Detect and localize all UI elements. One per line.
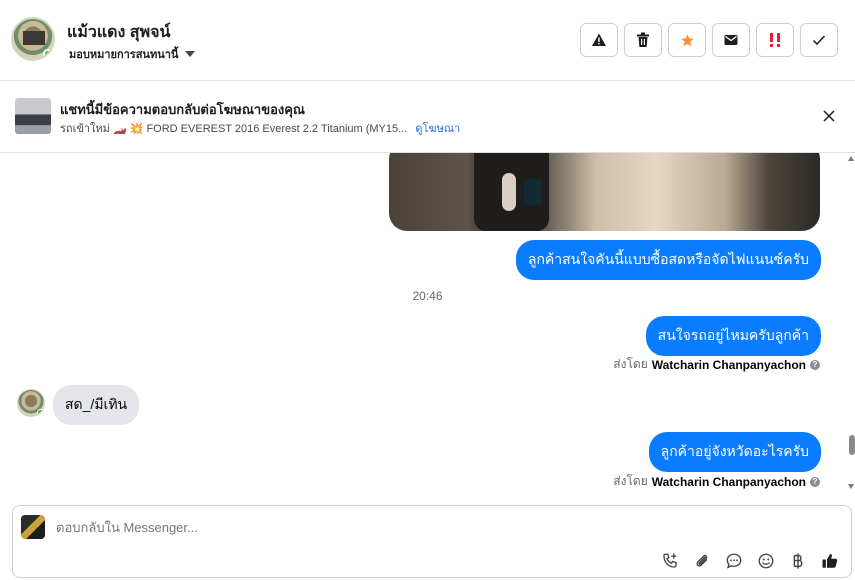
contact-avatar-small[interactable] [17, 389, 45, 417]
saved-replies-button[interactable] [723, 550, 745, 572]
call-button[interactable] [659, 550, 681, 572]
photo-display-shape [524, 179, 542, 205]
payment-button[interactable] [787, 550, 809, 572]
attach-button[interactable] [691, 550, 713, 572]
contact-avatar[interactable] [11, 17, 55, 61]
like-button[interactable] [819, 550, 841, 572]
attachment-icon [696, 554, 708, 567]
online-status-dot [37, 409, 44, 416]
message-thread[interactable]: ลูกค้าสนใจคันนี้แบบซื้อสดหรือจัดไฟแนนซ์ค… [0, 153, 855, 504]
outgoing-message[interactable]: ลูกค้าสนใจคันนี้แบบซื้อสดหรือจัดไฟแนนซ์ค… [515, 240, 821, 280]
message-photo[interactable] [389, 153, 820, 231]
emoji-button[interactable] [755, 550, 777, 572]
check-icon [812, 35, 826, 46]
follow-up-icon [770, 33, 780, 47]
ad-description: รถเข้าใหม่ 🏎️ 💥 FORD EVEREST 2016 Everes… [60, 123, 408, 135]
conversation-header: แม้วแดง สุพจน์ มอบหมายการสนทนานี้ [0, 0, 855, 81]
sender-name: Watcharin Chanpanyachon [651, 474, 806, 489]
sent-by-prefix: ส่งโดย [613, 474, 648, 488]
close-banner-button[interactable] [820, 107, 838, 125]
warning-icon [592, 33, 606, 46]
like-icon [822, 554, 838, 568]
message-timestamp: 20:46 [412, 289, 443, 303]
reply-input[interactable] [56, 520, 756, 535]
delete-button[interactable] [624, 23, 662, 57]
envelope-icon [724, 35, 738, 45]
page-avatar [21, 515, 45, 539]
report-button[interactable] [580, 23, 618, 57]
composer-tools [659, 550, 841, 572]
emoji-icon [758, 553, 774, 569]
sent-by-prefix: ส่งโดย [613, 357, 648, 371]
sender-name: Watcharin Chanpanyachon [651, 357, 806, 372]
star-icon [680, 33, 694, 46]
message-composer [12, 505, 852, 578]
baht-icon [793, 553, 803, 569]
contact-name[interactable]: แม้วแดง สุพจน์ [67, 20, 170, 45]
photo-gear-lever-shape [502, 173, 516, 211]
call-add-icon [663, 553, 677, 568]
online-status-dot [43, 49, 52, 58]
sent-by-label: ส่งโดย Watcharin Chanpanyachon ? [613, 472, 820, 491]
scroll-down-icon[interactable] [848, 484, 854, 489]
scroll-up-icon[interactable] [848, 156, 854, 161]
avatar-image [23, 31, 45, 45]
follow-up-button[interactable] [756, 23, 794, 57]
scrollbar-thumb[interactable] [849, 435, 855, 455]
help-icon[interactable]: ? [810, 359, 820, 370]
star-button[interactable] [668, 23, 706, 57]
ad-banner-title: แชทนี้มีข้อความตอบกลับต่อโฆษณาของคุณ [60, 102, 305, 117]
help-icon[interactable]: ? [810, 476, 820, 487]
mark-done-button[interactable] [800, 23, 838, 57]
ad-thumbnail[interactable] [15, 98, 51, 134]
thread-scrollbar[interactable] [846, 153, 855, 504]
outgoing-message[interactable]: สนใจรถอยู่ไหมครับลูกค้า [645, 316, 821, 356]
caret-down-icon [185, 51, 196, 57]
saved-reply-icon [726, 553, 742, 569]
incoming-message[interactable]: สด_/มีเทิน [53, 385, 140, 425]
assign-label: มอบหมายการสนทนานี้ [69, 49, 179, 61]
sent-by-label: ส่งโดย Watcharin Chanpanyachon ? [613, 355, 820, 374]
move-to-inbox-button[interactable] [712, 23, 750, 57]
close-icon [823, 110, 835, 122]
header-actions [580, 23, 838, 57]
view-ad-link[interactable]: ดูโฆษณา [415, 123, 460, 135]
ad-banner-subtitle: รถเข้าใหม่ 🏎️ 💥 FORD EVEREST 2016 Everes… [60, 119, 460, 137]
trash-icon [637, 32, 649, 47]
ad-reply-banner: แชทนี้มีข้อความตอบกลับต่อโฆษณาของคุณ รถเ… [0, 81, 855, 153]
assign-conversation-dropdown[interactable]: มอบหมายการสนทนานี้ [69, 45, 196, 63]
outgoing-message[interactable]: ลูกค้าอยู่จังหวัดอะไรครับ [648, 432, 821, 472]
